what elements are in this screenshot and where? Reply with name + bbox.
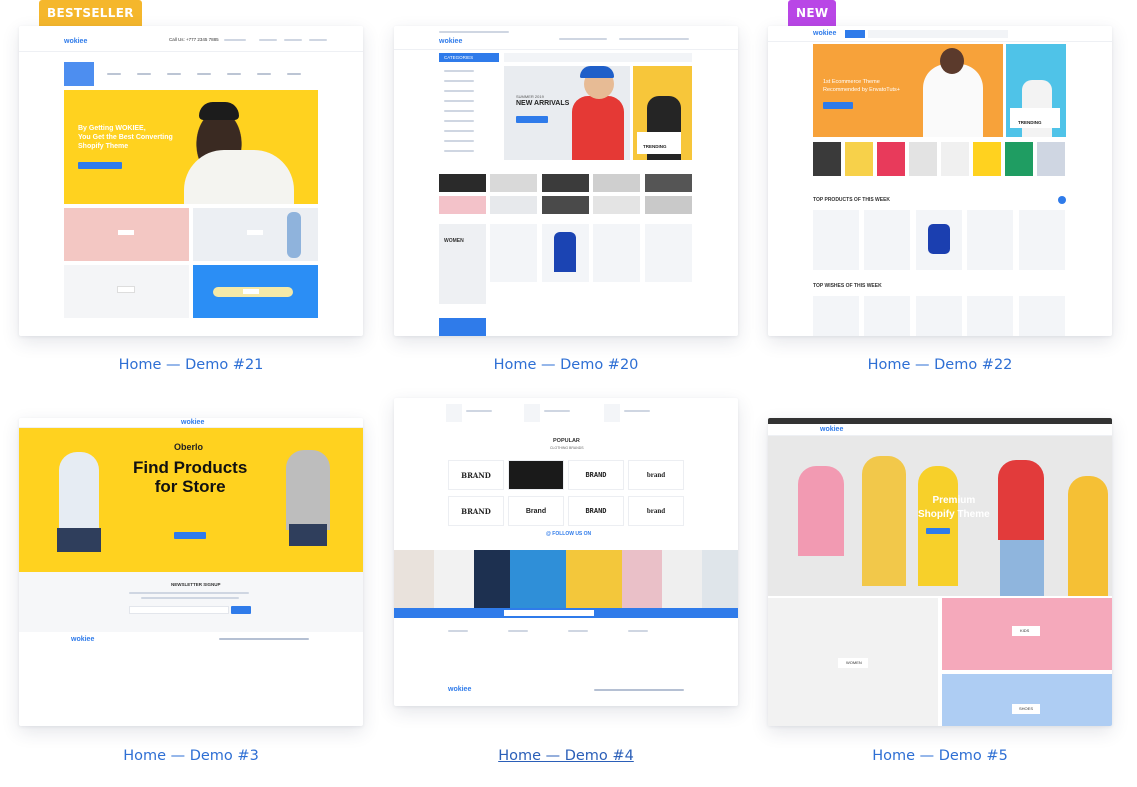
demo-thumbnail-4[interactable]: POPULAR CLOTHING BRANDS BRAND BRAND brand B… (394, 398, 738, 706)
brand-logo: BRAND (448, 496, 504, 526)
demo-card-21: BESTSELLER wokiee Call Us: +777 2345 788… (19, 0, 363, 380)
footer-logo-4: wokiee (448, 686, 472, 693)
demo-card-3: wokiee Oberlo Find Products for Store NE… (19, 392, 363, 772)
bestseller-badge: BESTSELLER (39, 0, 142, 26)
brand-logo: BRAND (448, 460, 504, 490)
demo-thumbnail-21[interactable]: wokiee Call Us: +777 2345 7885 By Gettin… (19, 26, 363, 336)
demo-card-5: wokiee Premium Shopify Theme WOMEN KIDS (768, 392, 1112, 772)
demo-caption-3[interactable]: Home — Demo #3 (19, 748, 363, 764)
demo-thumbnail-20[interactable]: wokiee CATEGORIES SUMMER 2019 NEW ARRIVA… (394, 26, 738, 336)
brand-logo: brand (628, 496, 684, 526)
brand-logo (508, 460, 564, 490)
demo-caption-5[interactable]: Home — Demo #5 (768, 748, 1112, 764)
brand-logo: BRAND (568, 496, 624, 526)
logo: wokiee (64, 38, 88, 45)
demo-caption-21[interactable]: Home — Demo #21 (19, 357, 363, 373)
demo-caption-20[interactable]: Home — Demo #20 (394, 357, 738, 373)
demo-caption-4[interactable]: Home — Demo #4 (394, 748, 738, 764)
demo-thumbnail-3[interactable]: wokiee Oberlo Find Products for Store NE… (19, 418, 363, 726)
demo-grid: BESTSELLER wokiee Call Us: +777 2345 788… (0, 0, 1137, 787)
demo-thumbnail-22[interactable]: wokiee 1st Ecommerce Theme Recommended b… (768, 26, 1112, 336)
brand-logo: Brand (508, 496, 564, 526)
brand-logo: brand (628, 460, 684, 490)
demo-card-4: POPULAR CLOTHING BRANDS BRAND BRAND brand B… (394, 392, 738, 772)
new-badge: NEW (788, 0, 837, 26)
demo-card-20: wokiee CATEGORIES SUMMER 2019 NEW ARRIVA… (394, 0, 738, 380)
demo-card-22: NEW wokiee 1st Ecommerce Theme Recommend… (768, 0, 1112, 380)
footer-logo: wokiee (71, 636, 95, 643)
demo-thumbnail-5[interactable]: wokiee Premium Shopify Theme WOMEN KIDS (768, 418, 1112, 726)
demo-caption-22[interactable]: Home — Demo #22 (768, 357, 1112, 373)
brand-logo: BRAND (568, 460, 624, 490)
